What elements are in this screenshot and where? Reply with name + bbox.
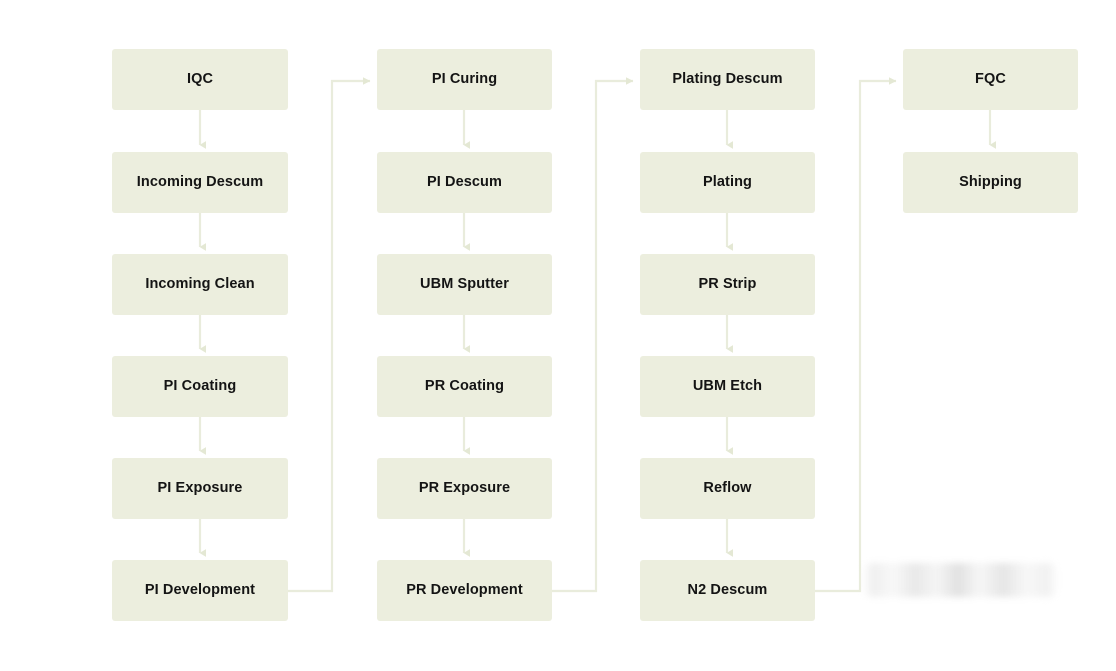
node-label: Reflow <box>703 480 752 497</box>
node-label: FQC <box>975 71 1006 88</box>
node-shipping[interactable]: Shipping <box>903 152 1078 213</box>
flowchart-canvas: IQC Incoming Descum Incoming Clean PI Co… <box>0 0 1116 671</box>
node-label: IQC <box>186 71 214 88</box>
node-label: Plating <box>702 174 753 191</box>
node-label: Incoming Descum <box>136 174 264 191</box>
node-pr-exposure[interactable]: PR Exposure <box>377 458 552 519</box>
node-label: N2 Descum <box>687 582 768 599</box>
node-label: PR Exposure <box>418 480 511 497</box>
node-pr-coating[interactable]: PR Coating <box>377 356 552 417</box>
node-label: PR Strip <box>698 276 757 293</box>
node-label: Shipping <box>959 174 1022 191</box>
node-ubm-etch[interactable]: UBM Etch <box>640 356 815 417</box>
node-label: UBM Sputter <box>420 276 509 293</box>
node-pi-descum[interactable]: PI Descum <box>377 152 552 213</box>
node-label: Plating Descum <box>672 71 783 88</box>
redacted-watermark <box>862 563 1058 597</box>
node-incoming-clean[interactable]: Incoming Clean <box>112 254 288 315</box>
node-label: PI Descum <box>426 174 503 191</box>
node-ubm-sputter[interactable]: UBM Sputter <box>377 254 552 315</box>
node-plating[interactable]: Plating <box>640 152 815 213</box>
node-incoming-descum[interactable]: Incoming Descum <box>112 152 288 213</box>
node-label: PI Development <box>144 582 256 599</box>
node-pr-strip[interactable]: PR Strip <box>640 254 815 315</box>
node-pi-development[interactable]: PI Development <box>112 560 288 621</box>
node-reflow[interactable]: Reflow <box>640 458 815 519</box>
node-pr-development[interactable]: PR Development <box>377 560 552 621</box>
node-plating-descum[interactable]: Plating Descum <box>640 49 815 110</box>
node-label: PI Coating <box>163 378 237 395</box>
node-label: PR Coating <box>424 378 505 395</box>
node-iqc[interactable]: IQC <box>112 49 288 110</box>
node-n2-descum[interactable]: N2 Descum <box>640 560 815 621</box>
node-label: Incoming Clean <box>145 276 255 293</box>
connector-pr-development-to-plating-descum <box>551 77 634 593</box>
node-pi-exposure[interactable]: PI Exposure <box>112 458 288 519</box>
node-label: UBM Etch <box>692 378 763 395</box>
node-fqc[interactable]: FQC <box>903 49 1078 110</box>
connector-n2-descum-to-fqc <box>814 77 897 593</box>
node-label: PI Exposure <box>157 480 243 497</box>
node-label: PR Development <box>406 582 523 599</box>
node-label: PI Curing <box>431 71 498 88</box>
node-pi-curing[interactable]: PI Curing <box>377 49 552 110</box>
node-pi-coating[interactable]: PI Coating <box>112 356 288 417</box>
connector-pi-development-to-pi-curing <box>288 77 371 593</box>
